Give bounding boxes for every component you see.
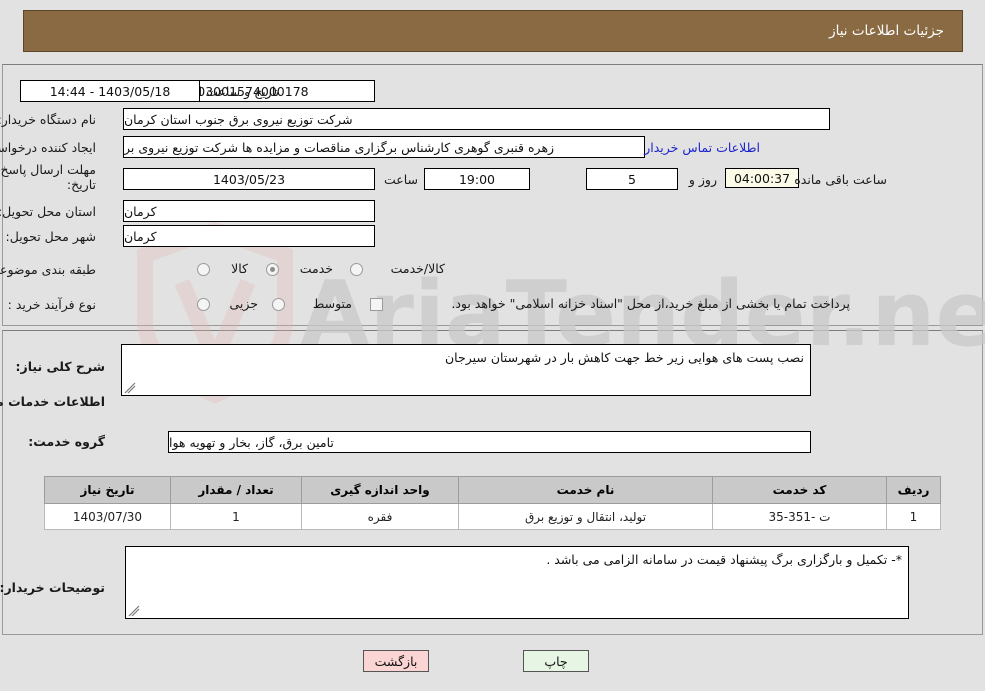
table-row: 1 ت -351-35 تولید، انتقال و توزیع برق فق… [44, 503, 941, 530]
days-label: روز و [688, 172, 717, 187]
services-table: ردیف کد خدمت نام خدمت واحد اندازه گیری ت… [44, 476, 941, 530]
days-remaining-field[interactable]: 5 [586, 168, 678, 190]
general-desc-textarea[interactable]: نصب پست های هوایی زیر خط جهت کاهش بار در… [121, 344, 811, 396]
print-button[interactable]: چاپ [523, 650, 589, 672]
radio-classification-khedmat[interactable] [266, 263, 279, 276]
service-group-label: گروه خدمت: [28, 434, 105, 449]
process-type-option-0-label: جزیی [229, 296, 258, 311]
back-button[interactable]: بازگشت [363, 650, 429, 672]
province-label: استان محل تحویل: [0, 204, 96, 219]
radio-classification-kala-khedmat[interactable] [350, 263, 363, 276]
table-col-quantity: تعداد / مقدار [170, 476, 302, 504]
page-title: جزئیات اطلاعات نیاز [829, 23, 944, 39]
buyer-contact-link[interactable]: اطلاعات تماس خریدار [644, 140, 760, 155]
province-field[interactable]: کرمان [123, 200, 375, 222]
need-info-panel [2, 64, 983, 326]
deadline-hour-field[interactable]: 19:00 [424, 168, 530, 190]
page-header: جزئیات اطلاعات نیاز [23, 10, 963, 52]
buyer-org-label: نام دستگاه خریدار: [0, 112, 96, 127]
countdown-field: 04:00:37 [725, 168, 799, 188]
city-field[interactable]: کرمان [123, 225, 375, 247]
cell-unit: فقره [301, 503, 459, 530]
table-col-radif: ردیف [886, 476, 941, 504]
treasury-docs-note: پرداخت تمام یا بخشی از مبلغ خرید،از محل … [451, 296, 850, 311]
general-desc-label: شرح کلی نیاز: [15, 359, 105, 374]
table-header-row: ردیف کد خدمت نام خدمت واحد اندازه گیری ت… [44, 476, 941, 504]
cell-radif: 1 [886, 503, 941, 530]
public-announce-field[interactable]: 1403/05/18 - 14:44 [20, 80, 200, 102]
services-heading: اطلاعات خدمات مورد نیاز [0, 394, 105, 409]
city-label: شهر محل تحویل: [5, 229, 96, 244]
resize-grip-icon[interactable] [124, 382, 136, 394]
classification-option-1-label: خدمت [299, 261, 333, 276]
buyer-org-field[interactable]: شرکت توزیع نیروی برق جنوب استان کرمان [123, 108, 830, 130]
buyer-notes-label: توضیحات خریدار: [0, 580, 105, 595]
classification-option-2-label: کالا/خدمت [390, 261, 445, 276]
classification-option-0-label: کالا [231, 261, 248, 276]
countdown-label: ساعت باقی مانده [794, 172, 887, 187]
radio-classification-kala[interactable] [197, 263, 210, 276]
classification-label: طبقه بندی موضوعی: [0, 262, 96, 277]
treasury-docs-checkbox[interactable] [370, 298, 383, 311]
buyer-notes-value: *- تکمیل و بارگزاری برگ پیشنهاد قیمت در … [546, 552, 902, 567]
process-type-label: نوع فرآیند خرید : [7, 297, 96, 312]
cell-date: 1403/07/30 [44, 503, 171, 530]
general-desc-value: نصب پست های هوایی زیر خط جهت کاهش بار در… [444, 350, 804, 365]
request-creator-label: ایجاد کننده درخواست: [0, 140, 96, 155]
radio-process-jozii[interactable] [197, 298, 210, 311]
table-col-name: نام خدمت [458, 476, 713, 504]
service-group-field[interactable]: تامین برق، گاز، بخار و تهویه هوا [168, 431, 811, 453]
request-creator-field[interactable]: زهره قنبری گوهری کارشناس برگزاری مناقصات… [123, 136, 645, 158]
table-col-unit: واحد اندازه گیری [301, 476, 459, 504]
resize-grip-icon-notes[interactable] [128, 605, 140, 617]
cell-name: تولید، انتقال و توزیع برق [458, 503, 713, 530]
page-root: AriaTender.net جزئیات اطلاعات نیاز شماره… [0, 0, 985, 691]
buyer-notes-textarea[interactable]: *- تکمیل و بارگزاری برگ پیشنهاد قیمت در … [125, 546, 909, 619]
deadline-hour-label: ساعت [383, 172, 418, 187]
table-col-date: تاریخ نیاز [44, 476, 171, 504]
radio-process-motavaset[interactable] [272, 298, 285, 311]
deadline-date-field[interactable]: 1403/05/23 [123, 168, 375, 190]
cell-code: ت -351-35 [712, 503, 887, 530]
deadline-label: مهلت ارسال پاسخ: تا تاریخ: [0, 162, 96, 192]
process-type-option-1-label: متوسط [312, 296, 352, 311]
cell-quantity: 1 [170, 503, 302, 530]
table-col-code: کد خدمت [712, 476, 887, 504]
